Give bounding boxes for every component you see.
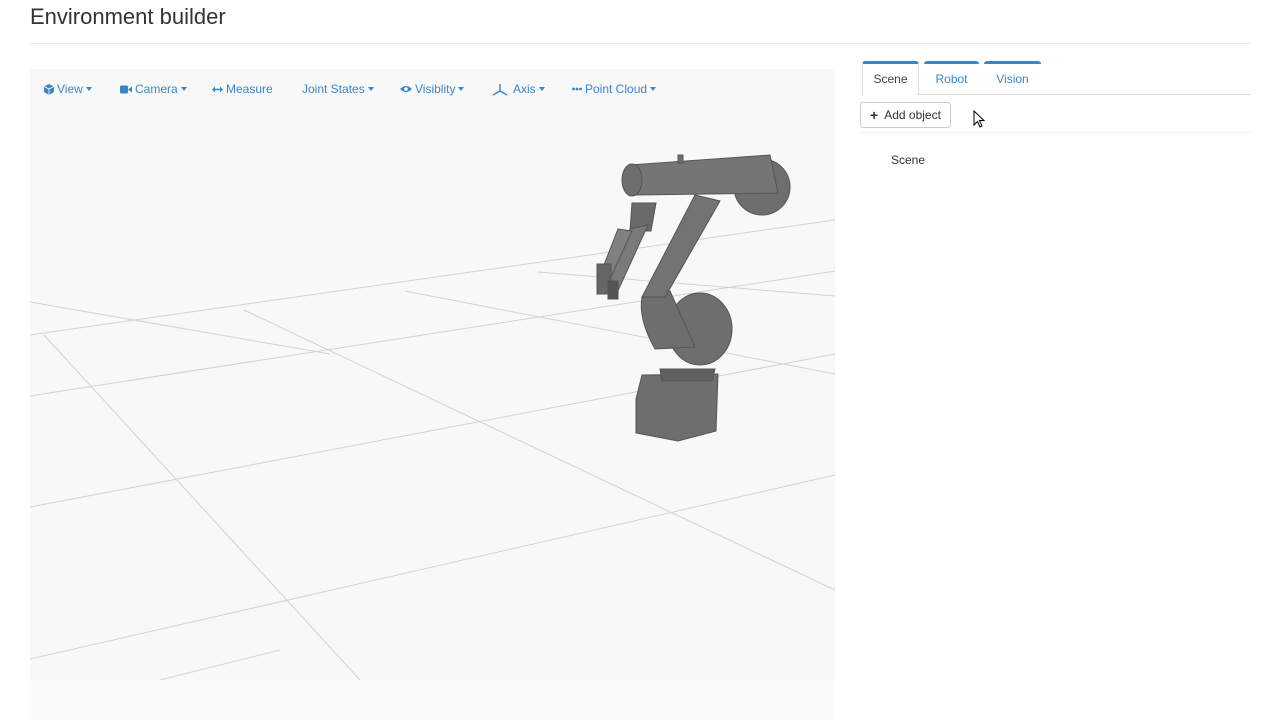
point-cloud-menu[interactable]: Point Cloud: [572, 81, 657, 97]
measure-button[interactable]: Measure: [212, 81, 273, 97]
tab-vision-label: Vision: [996, 72, 1029, 86]
robot-arm-model: [596, 154, 791, 442]
measure-button-label: Measure: [226, 82, 273, 96]
chevron-down-icon: [538, 87, 545, 91]
visibility-menu-label: Visiblity: [415, 82, 456, 96]
3d-viewport[interactable]: View Camera Measure Joint States Visibli…: [30, 69, 835, 680]
tab-robot[interactable]: Robot: [924, 61, 979, 91]
ellipsis-icon: [572, 87, 582, 91]
add-object-button-label: Add object: [884, 108, 941, 122]
chevron-down-icon: [85, 87, 92, 91]
axis-menu-label: Axis: [513, 82, 536, 96]
chevron-down-icon: [458, 87, 465, 91]
tab-scene-label: Scene: [873, 72, 908, 86]
ground-grid: [30, 219, 835, 680]
add-object-button[interactable]: + Add object: [860, 102, 951, 128]
view-menu[interactable]: View: [44, 81, 92, 97]
tree-item-scene[interactable]: Scene: [891, 153, 925, 167]
viewer-toolbar: View Camera Measure Joint States Visibli…: [30, 69, 835, 109]
axis-menu[interactable]: Axis: [492, 81, 545, 97]
chevron-down-icon: [367, 87, 374, 91]
title-divider: [30, 43, 1251, 44]
cube-icon: [44, 83, 54, 95]
panel-tabs: Scene Robot Vision: [862, 60, 1251, 95]
view-menu-label: View: [57, 82, 83, 96]
video-camera-icon: [120, 85, 132, 93]
tab-scene[interactable]: Scene: [862, 61, 919, 95]
scene-canvas[interactable]: [30, 69, 835, 680]
visibility-menu[interactable]: Visiblity: [400, 81, 465, 97]
panel-divider: [860, 132, 1251, 133]
joint-states-menu[interactable]: Joint States: [302, 81, 374, 97]
point-cloud-menu-label: Point Cloud: [585, 82, 648, 96]
mouse-pointer-icon: [973, 110, 986, 128]
page-title: Environment builder: [30, 4, 226, 29]
tab-robot-label: Robot: [935, 72, 968, 86]
axis-icon: [492, 83, 508, 96]
chevron-down-icon: [180, 87, 187, 91]
tab-vision[interactable]: Vision: [984, 61, 1041, 91]
eye-icon: [400, 86, 412, 92]
joint-states-menu-label: Joint States: [302, 82, 365, 96]
camera-menu[interactable]: Camera: [120, 81, 187, 97]
chevron-down-icon: [650, 87, 657, 91]
camera-menu-label: Camera: [135, 82, 178, 96]
arrows-horizontal-icon: [212, 86, 223, 92]
plus-icon: +: [870, 107, 879, 123]
viewport-footer-area: [30, 680, 835, 720]
